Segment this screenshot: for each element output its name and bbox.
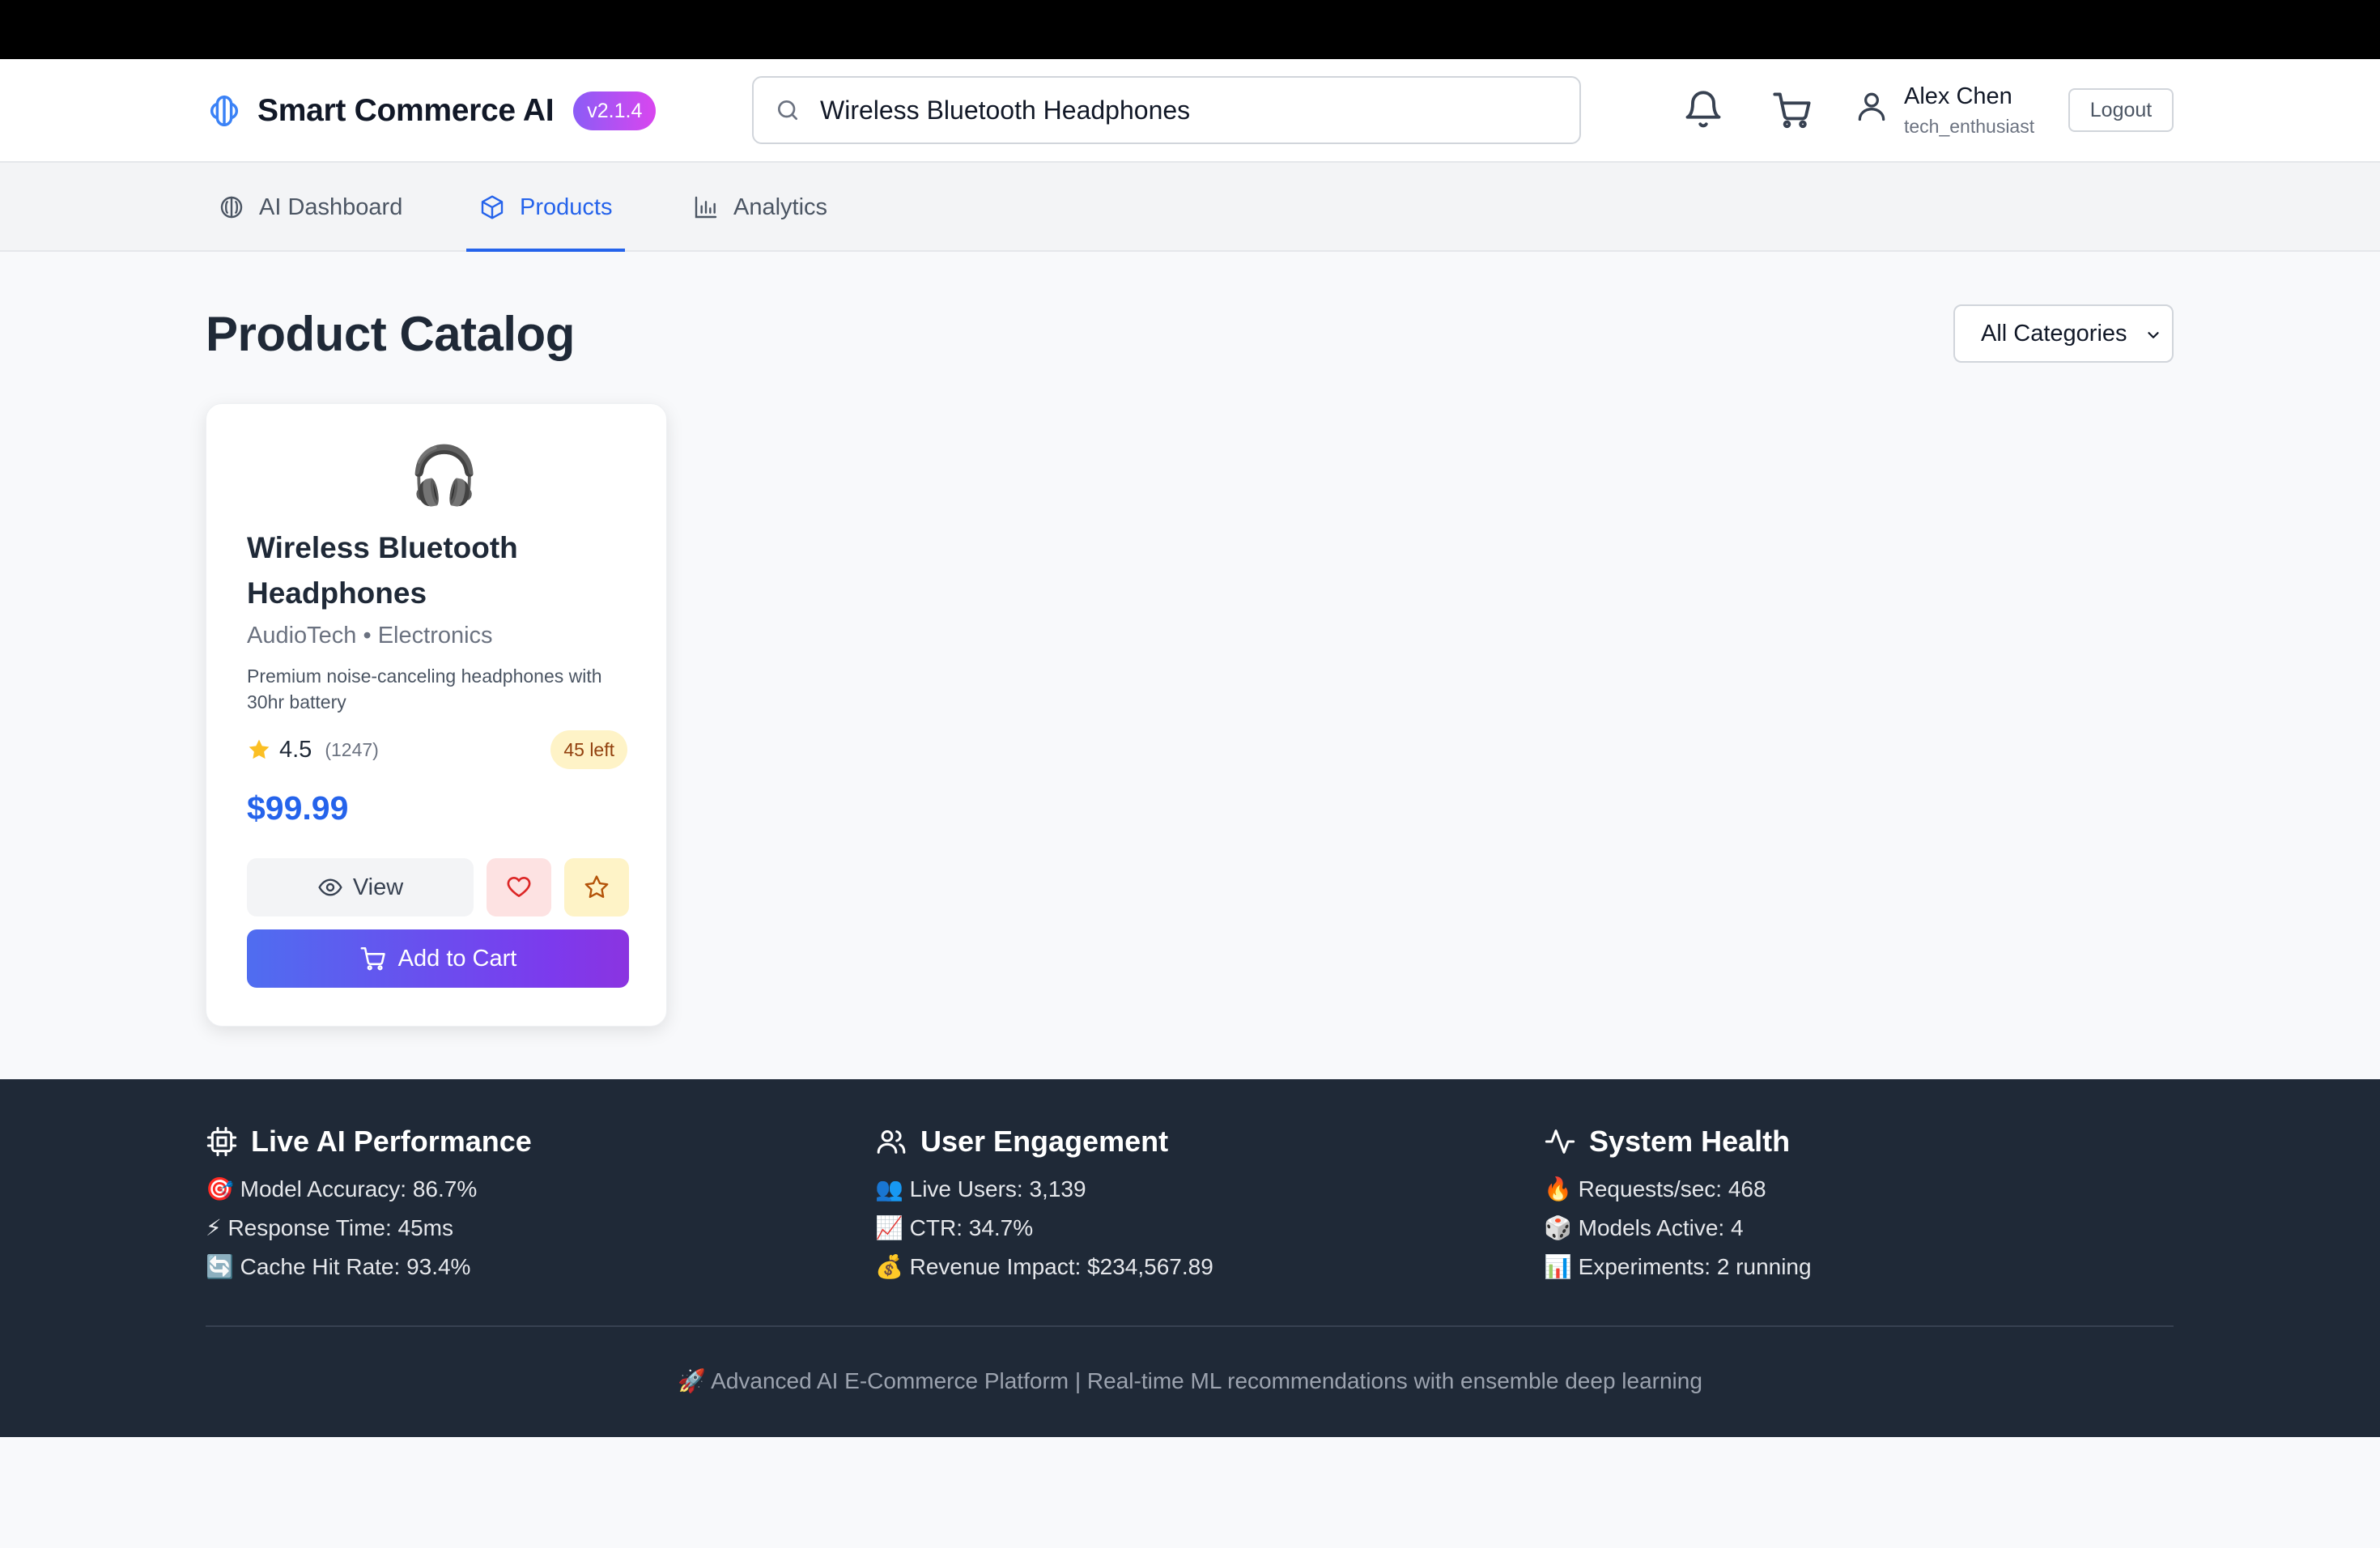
stat-live-users: 👥 Live Users: 3,139 [875,1176,1086,1201]
stat-revenue-impact: 💰 Revenue Impact: $234,567.89 [875,1254,1213,1279]
stat-requests-per-sec: 🔥 Requests/sec: 468 [1544,1176,1766,1201]
brain-icon [210,96,239,126]
stat-response-time: ⚡ Response Time: 45ms [206,1215,454,1240]
category-select[interactable]: All Categories [1953,304,2174,363]
version-badge: v2.1.4 [573,91,657,130]
category-selected-value: All Categories [1981,320,2127,347]
product-card[interactable]: 🎧 Wireless Bluetooth Headphones AudioTec… [206,403,667,1027]
view-button-label: View [352,874,404,900]
star-filled-icon [249,739,270,759]
tab-ai-dashboard[interactable]: AI Dashboard [219,163,402,252]
search-icon [778,100,797,120]
app-title: Smart Commerce AI [257,93,555,128]
bar-chart-icon [695,196,717,219]
search-box[interactable] [752,76,1581,144]
stat-models-active: 🎲 Models Active: 4 [1544,1215,1744,1240]
meta-separator: • [363,623,372,649]
search-input[interactable] [820,95,1549,125]
product-description: Premium noise-canceling headphones with … [247,666,602,712]
user-menu[interactable]: Alex Chen tech_enthusiast [1854,80,2034,140]
top-black-bar [0,0,2380,59]
tab-label: Analytics [733,194,828,220]
stat-ctr: 📈 CTR: 34.7% [875,1215,1034,1240]
stats-footer: Live AI Performance 🎯 Model Accuracy: 86… [0,1079,2380,1437]
user-handle: tech_enthusiast [1904,116,2035,137]
cart-button[interactable] [1771,89,1813,131]
tab-products[interactable]: Products [465,163,626,252]
view-button[interactable]: View [247,858,474,916]
stat-model-accuracy: 🎯 Model Accuracy: 86.7% [206,1176,478,1201]
cpu-icon [206,1126,237,1157]
product-name[interactable]: Wireless Bluetooth Headphones [247,525,627,616]
add-to-cart-label: Add to Cart [397,945,517,972]
page-title: Product Catalog [206,307,575,361]
stats-section-system-health: System Health 🔥 Requests/sec: 468 🎲 Mode… [1544,1121,1812,1286]
stats-title: Live AI Performance [251,1125,532,1158]
add-to-cart-button[interactable]: Add to Cart [247,929,629,988]
tab-label: AI Dashboard [259,194,403,220]
cart-icon [1773,92,1811,129]
brand[interactable]: Smart Commerce AI v2.1.4 [206,88,657,134]
product-meta: AudioTech • Electronics [247,623,493,649]
stats-title: User Engagement [920,1125,1169,1158]
tab-analytics[interactable]: Analytics [693,163,827,252]
users-icon [877,1130,906,1154]
stats-title: System Health [1589,1125,1791,1158]
brain-icon [220,196,243,219]
product-category: Electronics [377,623,493,649]
user-name: Alex Chen [1904,83,2012,109]
stats-section-user-engagement: User Engagement 👥 Live Users: 3,139 📈 CT… [875,1121,1213,1286]
cart-icon [360,946,385,971]
logout-button[interactable]: Logout [2068,88,2174,132]
tab-label: Products [520,194,613,220]
product-price: $99.99 [247,789,349,827]
bell-icon [1685,91,1721,128]
stat-experiments: 📊 Experiments: 2 running [1544,1254,1812,1279]
user-icon [1858,92,1885,121]
footer-divider [206,1325,2174,1327]
stock-badge: 45 left [550,730,627,769]
stats-section-ai-performance: Live AI Performance 🎯 Model Accuracy: 86… [206,1121,532,1286]
star-icon [584,875,609,899]
product-image: 🎧 [409,444,480,507]
review-count: (1247) [325,738,379,760]
product-brand: AudioTech [247,623,357,649]
stat-cache-hit-rate: 🔄 Cache Hit Rate: 93.4% [206,1254,471,1279]
rating-row: 4.5 (1247) 45 left [247,729,627,770]
activity-icon [1545,1129,1575,1154]
favorite-button[interactable] [564,858,629,916]
wishlist-button[interactable] [487,858,551,916]
rating-value: 4.5 [279,736,312,763]
footer-note: 🚀 Advanced AI E-Commerce Platform | Real… [678,1368,1702,1393]
app-header: Smart Commerce AI v2.1.4 Alex Chen tech_… [0,59,2380,163]
main-nav: AI Dashboard Products Analytics [0,163,2380,252]
notifications-button[interactable] [1682,89,1724,131]
heart-icon [507,877,531,897]
chevron-down-icon [2148,332,2159,338]
box-icon [481,195,504,219]
eye-icon [318,878,342,896]
